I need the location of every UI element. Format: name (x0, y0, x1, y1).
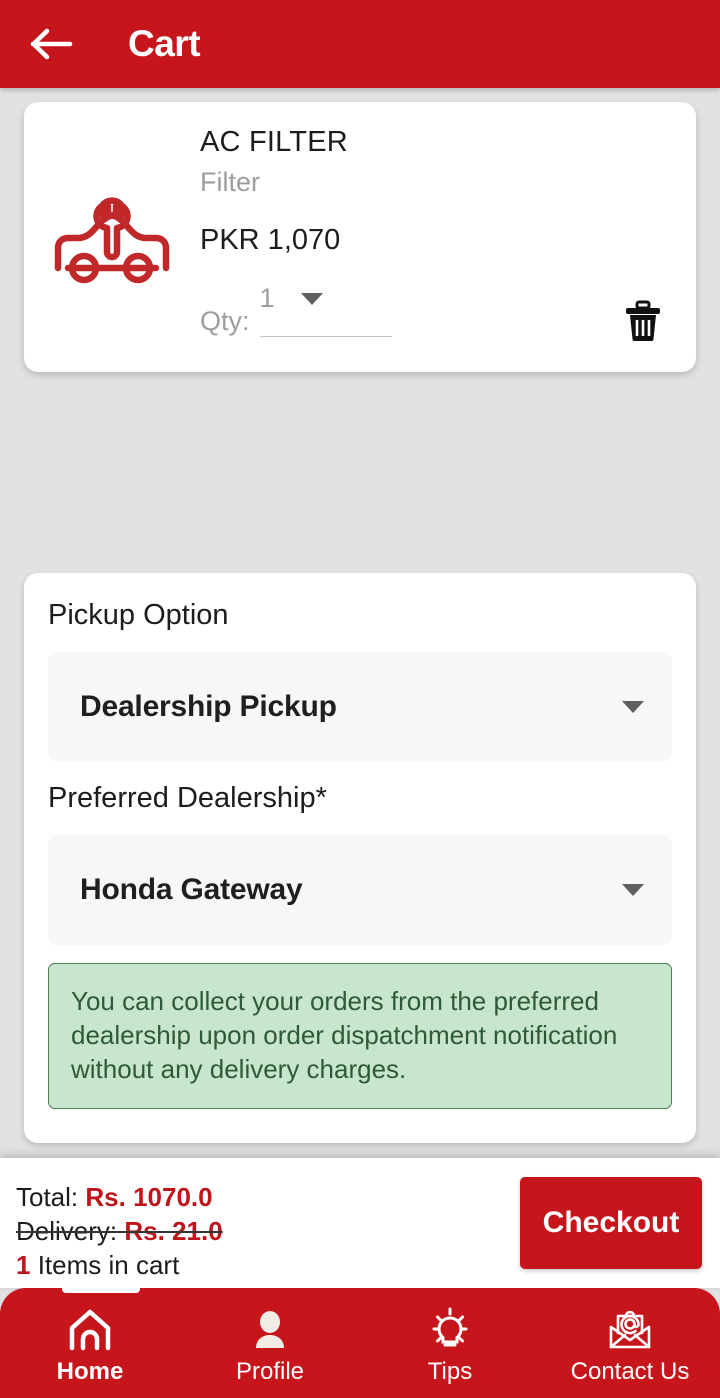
delivery-label: Delivery: (16, 1216, 118, 1246)
app-bar: Cart (0, 0, 720, 88)
delete-item-button[interactable] (620, 298, 666, 344)
bottom-navigation: Home Profile Tips Contact Us (0, 1284, 720, 1398)
home-icon (67, 1306, 113, 1354)
car-with-wrench-icon (54, 197, 170, 284)
total-label: Total: (16, 1182, 79, 1212)
cart-summary-bar: Total: Rs. 1070.0 Delivery: Rs. 21.0 1 I… (0, 1158, 720, 1288)
items-count: 1 (16, 1250, 31, 1280)
lightbulb-icon (426, 1306, 474, 1354)
delivery-line: Delivery: Rs. 21.0 (16, 1214, 223, 1248)
pickup-option-value: Dealership Pickup (80, 690, 337, 723)
pickup-notice: You can collect your orders from the pre… (48, 963, 672, 1109)
summary-lines: Total: Rs. 1070.0 Delivery: Rs. 21.0 1 I… (16, 1180, 223, 1282)
chevron-down-icon (622, 884, 644, 896)
quantity-value: 1 (259, 283, 275, 313)
items-count-line: 1 Items in cart (16, 1248, 223, 1282)
trash-icon (626, 300, 660, 341)
pickup-option-label: Pickup Option (48, 599, 229, 631)
checkout-button[interactable]: Checkout (520, 1177, 702, 1269)
product-name: AC FILTER (200, 126, 348, 158)
quantity-label: Qty: (200, 306, 250, 336)
preferred-dealership-select[interactable]: Honda Gateway (48, 835, 672, 945)
cart-scroll-area: AC FILTER Filter PKR 1,070 Qty: 1 Pickup… (0, 88, 720, 1158)
nav-item-contact-us[interactable]: Contact Us (540, 1288, 720, 1398)
arrow-left-icon (30, 28, 73, 60)
pickup-option-card: Pickup Option Dealership Pickup Preferre… (24, 573, 696, 1143)
nav-item-profile[interactable]: Profile (180, 1288, 360, 1398)
cart-item-card: AC FILTER Filter PKR 1,070 Qty: 1 (24, 102, 696, 372)
preferred-dealership-label: Preferred Dealership* (48, 782, 327, 814)
nav-item-tips[interactable]: Tips (360, 1288, 540, 1398)
total-value: Rs. 1070.0 (85, 1182, 213, 1212)
nav-label-tips: Tips (427, 1358, 473, 1385)
envelope-at-icon (606, 1306, 654, 1354)
chevron-down-icon (622, 701, 644, 713)
pickup-option-select[interactable]: Dealership Pickup (48, 652, 672, 762)
total-line: Total: Rs. 1070.0 (16, 1180, 223, 1214)
person-icon (248, 1306, 292, 1354)
nav-label-profile: Profile (235, 1358, 305, 1385)
product-thumbnail (24, 102, 200, 372)
nav-item-home[interactable]: Home (0, 1288, 180, 1398)
delivery-value: Rs. 21.0 (124, 1216, 223, 1246)
back-button[interactable] (24, 16, 80, 72)
page-title: Cart (128, 23, 201, 64)
quantity-select[interactable]: 1 (259, 283, 392, 337)
active-tab-indicator (62, 1284, 140, 1293)
product-category: Filter (200, 167, 260, 197)
items-label: Items in cart (37, 1250, 180, 1280)
nav-label-contact-us: Contact Us (570, 1358, 690, 1385)
product-price: PKR 1,070 (200, 224, 341, 256)
preferred-dealership-value: Honda Gateway (80, 873, 303, 906)
chevron-down-icon (300, 292, 323, 305)
nav-label-home: Home (56, 1358, 124, 1385)
